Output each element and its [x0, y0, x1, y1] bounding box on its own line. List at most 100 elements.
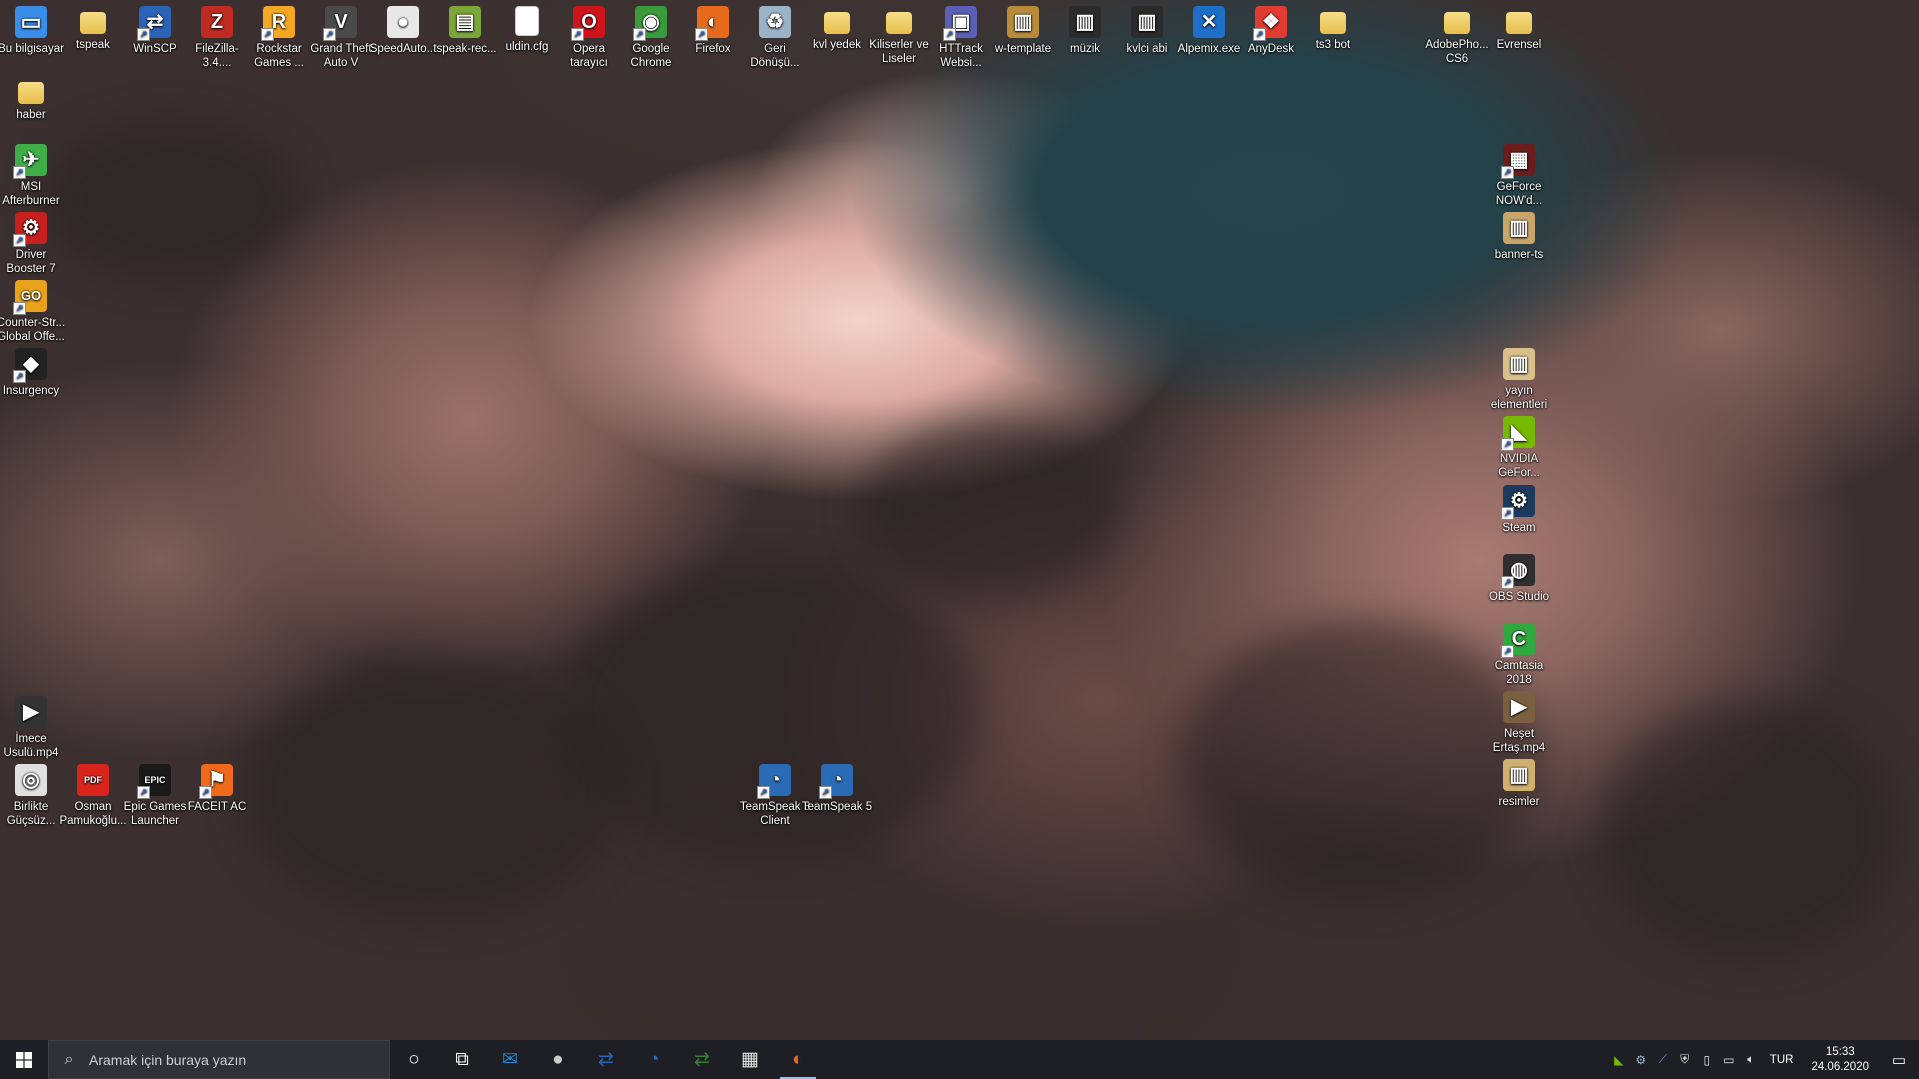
desktop-icon-label: haber — [16, 109, 46, 121]
haber-icon — [18, 82, 44, 104]
clock[interactable]: 15:33 24.06.2020 — [1801, 1045, 1879, 1075]
network-app[interactable]: ⇄ — [582, 1040, 630, 1079]
firefox-icon: ◐ — [695, 6, 729, 41]
notification-center-icon[interactable]: ▭ — [1879, 1051, 1919, 1069]
faceit-ac-icon: ⚑ — [199, 764, 233, 799]
nvidia-geforce-icon: ◣ — [1501, 416, 1535, 451]
speedauto-app[interactable]: ● — [534, 1040, 582, 1079]
uldin-cfg-icon — [515, 6, 539, 36]
firefox-icon: ◐ — [792, 1048, 804, 1070]
network-icon[interactable]: ▭ — [1718, 1053, 1740, 1067]
volume-icon[interactable]: 🔈︎ — [1740, 1052, 1762, 1067]
winscp-icon: ⇄ — [694, 1049, 710, 1070]
usb-icon[interactable]: ▯ — [1696, 1053, 1718, 1067]
csgo-icon: GO — [13, 280, 47, 315]
steam-tray-icon[interactable]: ⚙ — [1630, 1053, 1652, 1067]
taskbar-search[interactable]: ⌕ Aramak için buraya yazın — [48, 1040, 390, 1079]
banner-ts-icon: ▥ — [1503, 212, 1535, 244]
gta-v-icon: V — [323, 6, 357, 41]
desktop-icon-label: Driver Booster 7 — [6, 249, 56, 275]
speedauto-icon: ● — [552, 1048, 564, 1070]
muzik-icon: ▥ — [1069, 6, 1101, 38]
desktop-icon-label: TeamSpeak 5 — [801, 801, 873, 813]
desktop-icon-faceit-ac[interactable]: ⚑ FACEIT AC — [179, 758, 255, 814]
desktop-icon-imece-usulu[interactable]: ▶ İmece Usulü.mp4 — [0, 690, 69, 760]
teamspeak-app[interactable]: ◔ — [630, 1040, 678, 1079]
obs-studio-icon: ◍ — [1501, 554, 1535, 589]
insurgency-icon: ◆ — [13, 348, 47, 383]
start-button[interactable] — [0, 1040, 48, 1079]
resimler-icon: ▥ — [1503, 759, 1535, 791]
desktop-icon-label: banner-ts — [1494, 249, 1544, 261]
bu-bilgisayar-icon: ▭ — [15, 6, 47, 38]
calculator-app[interactable]: ▦ — [726, 1040, 774, 1079]
mail-app[interactable]: ✉ — [486, 1040, 534, 1079]
speedauto-icon: ● — [387, 6, 419, 38]
winscp-app[interactable]: ⇄ — [678, 1040, 726, 1079]
desktop-icon-yayin-elementleri[interactable]: ▥ yayın elementleri — [1481, 342, 1557, 412]
desktop-icon-evrensel[interactable]: Evrensel — [1481, 0, 1557, 52]
teamspeak-5-icon: ◔ — [819, 764, 853, 799]
driver-booster-7-icon: ⚙ — [13, 212, 47, 247]
desktop-icon-label: yayın elementleri — [1490, 385, 1548, 411]
clock-time: 15:33 — [1825, 1045, 1855, 1058]
geforce-now-icon: ▦ — [1501, 144, 1535, 179]
steam-icon: ⚙ — [1501, 485, 1535, 520]
desktop-icon-ts3-bot[interactable]: ts3 bot — [1295, 0, 1371, 52]
nvidia-tray-icon[interactable]: ◣ — [1608, 1053, 1630, 1067]
desktop-icon-insurgency[interactable]: ◆ Insurgency — [0, 342, 69, 398]
birlikte-gucsuz-icon: ◎ — [15, 764, 47, 796]
kvl-yedek-icon — [824, 12, 850, 34]
desktop-icon-csgo[interactable]: GOCounter-Str... Global Offe... — [0, 274, 69, 344]
desktop-icon-label: Counter-Str... Global Offe... — [0, 317, 66, 343]
system-tray: ◣ ⚙ ⟋ ⛨ ▯ ▭ 🔈︎ TUR 15:33 24.06.2020 ▭ — [1608, 1040, 1919, 1079]
neset-ertas-icon: ▶ — [1503, 691, 1535, 723]
desktop-icon-label: MSI Afterburner — [2, 181, 60, 207]
desktop-icon-label: NVIDIA GeFor... — [1498, 453, 1540, 479]
desktop-icon-steam[interactable]: ⚙ Steam — [1481, 479, 1557, 535]
camtasia-tray-icon[interactable]: ⟋ — [1652, 1052, 1674, 1067]
filezilla-icon: Z — [201, 6, 233, 38]
kvlci-abi-icon: ▥ — [1131, 6, 1163, 38]
network-icon: ⇄ — [598, 1049, 614, 1070]
evrensel-icon — [1506, 12, 1532, 34]
desktop-icon-driver-booster-7[interactable]: ⚙Driver Booster 7 — [0, 206, 69, 276]
desktop-icon-label: Evrensel — [1496, 39, 1542, 51]
msi-afterburner-icon: ✈ — [13, 144, 47, 179]
desktop-icon-nvidia-geforce[interactable]: ◣NVIDIA GeFor... — [1481, 410, 1557, 480]
mail-icon: ✉ — [502, 1049, 518, 1070]
desktop-icon-haber[interactable]: haber — [0, 70, 69, 122]
desktop-icon-label: Steam — [1502, 522, 1536, 534]
desktop-icon-camtasia-2018[interactable]: CCamtasia 2018 — [1481, 617, 1557, 687]
opera-icon: O — [571, 6, 605, 41]
desktop-icon-msi-afterburner[interactable]: ✈MSI Afterburner — [0, 138, 69, 208]
search-icon: ⌕ — [64, 1050, 74, 1068]
desktop-icon-resimler[interactable]: ▥ resimler — [1481, 753, 1557, 809]
task-view-button[interactable]: ⧉ — [438, 1040, 486, 1079]
language-indicator[interactable]: TUR — [1762, 1054, 1802, 1066]
cortana-icon: ○ — [408, 1048, 420, 1070]
adobephoto-cs6-icon — [1444, 12, 1470, 34]
rockstar-games-icon: R — [261, 6, 295, 41]
search-placeholder: Aramak için buraya yazın — [89, 1051, 247, 1068]
firefox-task[interactable]: ◐ — [774, 1040, 822, 1079]
windows-defender-icon[interactable]: ⛨ — [1674, 1052, 1696, 1067]
desktop-icon-teamspeak-5[interactable]: ◔ TeamSpeak 5 — [799, 758, 875, 814]
desktop-icon-label: resimler — [1498, 796, 1540, 808]
teamspeak-icon: ◔ — [648, 1048, 660, 1070]
desktop-icon-banner-ts[interactable]: ▥ banner-ts — [1481, 206, 1557, 262]
task-view-icon: ⧉ — [455, 1048, 469, 1070]
desktop-icon-obs-studio[interactable]: ◍ OBS Studio — [1481, 548, 1557, 604]
desktop-icon-neset-ertas[interactable]: ▶ Neşet Ertaş.mp4 — [1481, 685, 1557, 755]
tspeak-rec-icon: ▤ — [449, 6, 481, 38]
cortana-button[interactable]: ○ — [390, 1040, 438, 1079]
httrack-icon: ▣ — [943, 6, 977, 41]
calculator-icon: ▦ — [741, 1049, 759, 1070]
geri-donusum-icon: ♻ — [759, 6, 791, 38]
desktop-icon-geforce-now[interactable]: ▦GeForce NOW'd... — [1481, 138, 1557, 208]
desktop-icon-label: OBS Studio — [1488, 591, 1550, 603]
desktop-wallpaper — [0, 0, 1919, 1040]
desktop-icon-label: Camtasia 2018 — [1494, 660, 1544, 686]
w-template-icon: ▥ — [1007, 6, 1039, 38]
clock-date: 24.06.2020 — [1811, 1060, 1869, 1073]
